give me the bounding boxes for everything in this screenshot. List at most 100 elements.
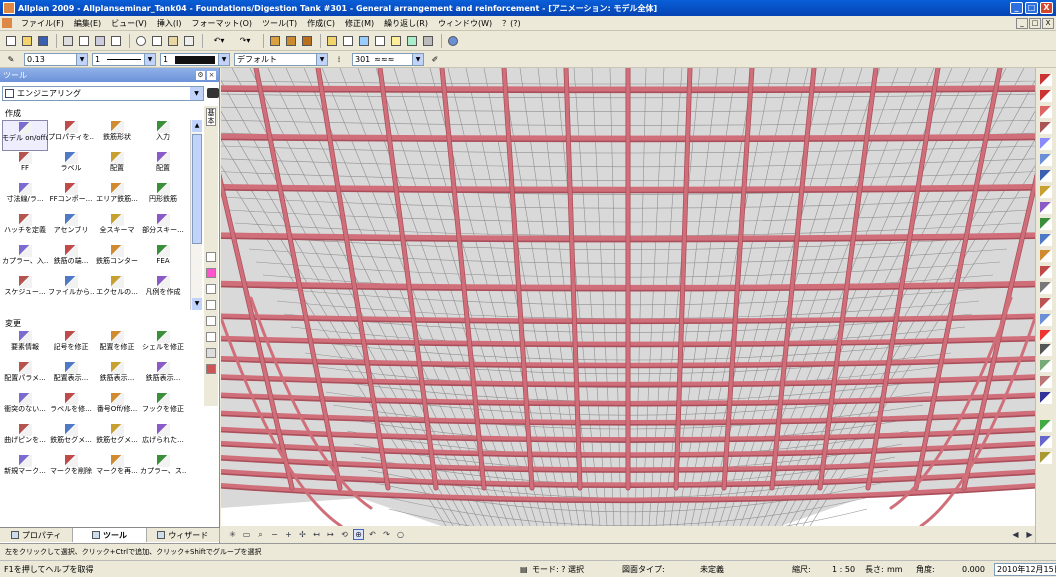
tool-button[interactable]: ラベルを修... [48,392,94,423]
scroll-up-icon[interactable]: ▲ [192,120,202,132]
right-tool-icon[interactable] [1040,186,1052,198]
palette-options-icon[interactable]: ⚙ [196,70,205,80]
right-tool-icon[interactable] [1040,392,1052,404]
delete-icon[interactable] [182,34,196,48]
tool-button[interactable]: エリア鉄筋... [94,182,140,213]
right-tool-icon[interactable] [1040,420,1052,432]
menu-modify[interactable]: 修正(M) [340,18,379,29]
viewport-scroll-left-icon[interactable]: ◀ [1010,529,1021,540]
navigation-icon[interactable]: ✳ [227,529,238,540]
tool-button[interactable]: ラベル [48,151,94,182]
doc-restore-button[interactable]: □ [1029,17,1041,29]
tool-button[interactable]: 鉄筋表示... [94,361,140,392]
line-type-select[interactable]: 1 ▼ [92,52,156,66]
pipette-icon[interactable]: ✐ [428,52,442,66]
menu-help[interactable]: ？(?) [497,18,526,29]
new-icon[interactable] [4,34,18,48]
module-select[interactable]: エンジニアリング ▼ [2,86,204,101]
right-tool-icon[interactable] [1040,282,1052,294]
tool-button[interactable]: シェルを修正 [140,330,186,361]
tool-button[interactable]: 新規マーク... [2,454,48,485]
right-tool-icon[interactable] [1040,452,1052,464]
side-rebar-icon[interactable] [206,268,216,278]
save-icon[interactable] [36,34,50,48]
right-tool-icon[interactable] [1040,298,1052,310]
zoom-out-icon[interactable]: − [269,529,280,540]
tool-button[interactable]: 鉄筋表示... [140,361,186,392]
doc-minimize-button[interactable]: _ [1016,17,1028,29]
right-tool-icon[interactable] [1040,234,1052,246]
fileset-icon[interactable] [341,34,355,48]
stair-icon[interactable] [284,34,298,48]
redo-icon[interactable]: ↷▾ [233,34,257,48]
pattern-select[interactable]: 301 ≈≈≈ ▼ [352,52,424,66]
tool-button[interactable]: スケジュー... [2,275,48,306]
right-tool-icon[interactable] [1040,266,1052,278]
layout-icon[interactable] [109,34,123,48]
3d-viewport[interactable] [221,68,1035,526]
menu-create[interactable]: 作成(C) [302,18,340,29]
doc-close-button[interactable]: X [1042,17,1054,29]
tool-button[interactable]: ハッチを定義 [2,213,48,244]
tool-button[interactable]: マークを削除 [48,454,94,485]
tool-button[interactable]: ファイルから... [48,275,94,306]
right-tool-icon[interactable] [1040,250,1052,262]
right-tool-icon[interactable] [1040,154,1052,166]
document-icon[interactable] [2,18,12,28]
palette-scrollbar[interactable]: ▲ ▼ [190,120,202,310]
tool-button[interactable]: 広げられた... [140,423,186,454]
binoculars-icon[interactable] [207,88,219,98]
view-options-icon[interactable]: ○ [395,529,406,540]
status-length-unit[interactable]: mm [887,563,903,576]
copy-icon[interactable] [150,34,164,48]
status-scale-value[interactable]: 1 : 50 [832,563,855,576]
side-mesh-icon[interactable] [206,364,216,374]
menu-window[interactable]: ウィンドウ(W) [433,18,497,29]
tool-button[interactable]: 鉄筋セグメ... [48,423,94,454]
tool-button[interactable]: 円形鉄筋 [140,182,186,213]
chevron-down-icon[interactable]: ▼ [190,87,203,100]
zoom-window-icon[interactable]: ▭ [241,529,252,540]
cut-icon[interactable] [134,34,148,48]
palette-close-icon[interactable]: × [207,70,216,80]
side-bars-icon[interactable] [206,332,216,342]
pen-icon[interactable]: ✎ [4,52,18,66]
tool-button[interactable]: アセンブリ [48,213,94,244]
tool-button[interactable]: 鉄筋の端... [48,244,94,275]
scroll-down-icon[interactable]: ▼ [192,298,202,310]
menu-format[interactable]: フォーマット(O) [186,18,257,29]
menu-view[interactable]: ビュー(V) [106,18,152,29]
side-eye-icon[interactable] [206,316,216,326]
right-tool-icon[interactable] [1040,314,1052,326]
roof-icon[interactable] [300,34,314,48]
tool-button[interactable]: 配置表示... [48,361,94,392]
chevron-down-icon[interactable]: ▼ [218,53,229,65]
menu-tools[interactable]: ツール(T) [257,18,302,29]
wall-icon[interactable] [268,34,282,48]
tab-properties[interactable]: プロパティ [0,528,74,542]
tool-button[interactable]: FFコンポー... [48,182,94,213]
tool-button[interactable]: 要素情報 [2,330,48,361]
plot-icon[interactable] [93,34,107,48]
side-tab-basic[interactable]: 基本 [206,108,216,126]
tool-button[interactable]: FF [2,151,48,182]
right-tool-icon[interactable] [1040,138,1052,150]
rebar-model-render[interactable] [221,68,1035,526]
tool-button[interactable]: 配置 [140,151,186,182]
navigator-icon[interactable] [405,34,419,48]
right-tool-icon[interactable] [1040,376,1052,388]
print-preview-icon[interactable] [77,34,91,48]
layer-select[interactable]: デフォルト ▼ [234,52,328,66]
tool-button[interactable]: 番号Off/修... [94,392,140,423]
model-icon[interactable] [421,34,435,48]
tool-button[interactable]: エクセルの... [94,275,140,306]
tool-button[interactable]: 曲げピンを... [2,423,48,454]
right-tool-icon[interactable] [1040,106,1052,118]
chevron-down-icon[interactable]: ▼ [76,53,87,65]
wizard-icon[interactable] [389,34,403,48]
tab-wizard[interactable]: ウィザード [147,528,220,542]
tool-button[interactable]: 配置パラメ... [2,361,48,392]
chevron-down-icon[interactable]: ▼ [412,53,423,65]
tool-button[interactable]: 配置 [94,151,140,182]
right-tool-icon[interactable] [1040,122,1052,134]
